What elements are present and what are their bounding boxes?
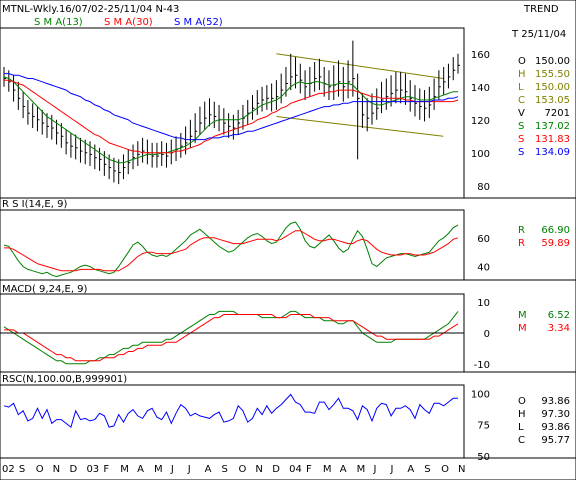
- x-axis-label: J: [170, 464, 174, 475]
- x-axis-label: D: [272, 464, 280, 475]
- x-axis-label: 02: [2, 464, 15, 475]
- x-axis-label: O: [441, 464, 449, 475]
- price-readout-value: 7201: [545, 108, 570, 119]
- rsi-readout-key: R: [518, 238, 525, 249]
- x-axis-label: A: [407, 464, 414, 475]
- macd-readout-value: 3.34: [548, 323, 570, 334]
- price-readout-key: L: [518, 82, 524, 93]
- x-axis-label: F: [306, 464, 312, 475]
- x-axis-label: D: [70, 464, 78, 475]
- rsi-y-tick: 40: [477, 263, 490, 274]
- price-readout-value: 153.05: [535, 95, 570, 106]
- rsc-readout-key: H: [518, 409, 526, 420]
- rsi-readout-key: R: [518, 225, 525, 236]
- x-axis-label: J: [389, 464, 393, 475]
- rsc-readout-value: 95.77: [541, 435, 570, 446]
- rsc-y-tick: 50: [477, 452, 490, 463]
- x-axis-label: M: [357, 464, 366, 475]
- rsc-readout-key: C: [518, 435, 525, 446]
- price-readout-value: 137.02: [535, 121, 570, 132]
- macd-title: MACD( 9,24,E, 9): [2, 284, 88, 295]
- price-y-tick: 160: [471, 50, 490, 61]
- x-axis-label: O: [36, 464, 44, 475]
- price-readout-key: V: [518, 108, 525, 119]
- x-axis-label: O: [238, 464, 246, 475]
- sma13-legend: S M A(13): [34, 17, 83, 28]
- rsc-readout-key: L: [518, 422, 524, 433]
- price-readout-key: H: [518, 69, 526, 80]
- x-axis-label: M: [323, 464, 332, 475]
- x-axis-label: 03: [86, 464, 99, 475]
- macd-y-tick: -10: [474, 360, 490, 371]
- stock-chart: MTNL-Wkly.16/07/02-25/11/04 N-43 TREND S…: [0, 0, 576, 480]
- price-y-tick: 80: [477, 182, 490, 193]
- trend-label: TREND: [523, 4, 559, 15]
- x-axis-label: J: [187, 464, 191, 475]
- x-axis-label: A: [137, 464, 144, 475]
- x-axis-label: J: [373, 464, 377, 475]
- x-axis-label: N: [255, 464, 262, 475]
- macd-readout-key: M: [518, 323, 527, 334]
- price-readout-value: 134.09: [535, 147, 570, 158]
- x-axis-label: M: [120, 464, 129, 475]
- rsi-title: R S I(14,E, 9): [2, 199, 67, 210]
- sma30-legend: S M A(30): [104, 17, 153, 28]
- rsc-readout-value: 93.86: [541, 396, 570, 407]
- x-axis-label: N: [458, 464, 465, 475]
- x-axis-label: 04: [289, 464, 302, 475]
- rsi-readout-value: 66.90: [541, 225, 570, 236]
- price-y-tick: 100: [471, 149, 490, 160]
- price-readout-key: C: [518, 95, 525, 106]
- x-axis-label: A: [205, 464, 212, 475]
- x-axis-label: S: [19, 464, 25, 475]
- x-axis-label: F: [103, 464, 109, 475]
- rsc-y-tick: 100: [471, 389, 490, 400]
- macd-readout-key: M: [518, 310, 527, 321]
- price-readout-key: S: [518, 121, 524, 132]
- macd-y-tick: 10: [477, 298, 490, 309]
- x-axis-label: S: [222, 464, 228, 475]
- rsc-readout-value: 93.86: [541, 422, 570, 433]
- rsc-readout-key: O: [518, 396, 526, 407]
- chart-title: MTNL-Wkly.16/07/02-25/11/04 N-43: [2, 4, 179, 15]
- price-readout-value: 150.00: [535, 56, 570, 67]
- price-readout-key: S: [518, 134, 524, 145]
- price-readout-value: 150.00: [535, 82, 570, 93]
- price-readout-value: 131.83: [535, 134, 570, 145]
- macd-y-tick: 0: [484, 329, 490, 340]
- price-readout-key: O: [518, 56, 526, 67]
- rsi-readout-value: 59.89: [541, 238, 570, 249]
- price-readout-value: 155.50: [535, 69, 570, 80]
- price-y-tick: 140: [471, 83, 490, 94]
- x-axis-label: A: [340, 464, 347, 475]
- sma52-legend: S M A(52): [174, 17, 223, 28]
- macd-readout-value: 6.52: [548, 310, 570, 321]
- x-axis-label: S: [424, 464, 430, 475]
- price-date-label: T 25/11/04: [511, 29, 566, 40]
- rsi-y-tick: 60: [477, 234, 490, 245]
- x-axis-label: N: [53, 464, 60, 475]
- rsc-readout-value: 97.30: [541, 409, 570, 420]
- price-readout-key: S: [518, 147, 524, 158]
- rsc-y-tick: 75: [477, 421, 490, 432]
- x-axis-label: M: [154, 464, 163, 475]
- rsc-title: RSC(N,100.00,B,999901): [2, 374, 127, 385]
- price-y-tick: 120: [471, 116, 490, 127]
